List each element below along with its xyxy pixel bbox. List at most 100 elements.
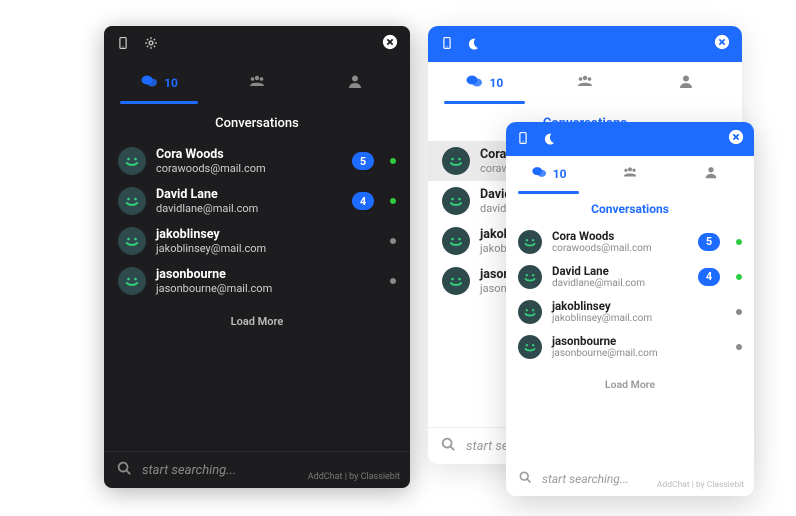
contact-email: davidlane@mail.com	[552, 278, 645, 289]
status-dot-online	[390, 158, 396, 164]
close-icon[interactable]	[382, 34, 398, 54]
moon-icon[interactable]	[542, 130, 556, 149]
unread-badge: 4	[352, 192, 374, 210]
tab-bar: 10	[104, 62, 410, 100]
window-toolbar	[506, 122, 754, 156]
gear-icon[interactable]	[144, 35, 158, 54]
user-icon	[677, 72, 695, 94]
list-item[interactable]: jasonbourne jasonbourne@mail.com	[104, 261, 410, 301]
search-bar[interactable]: start searching...	[104, 451, 410, 488]
list-item[interactable]: Cora Woods corawoods@mail.com 5	[506, 224, 754, 259]
avatar	[518, 230, 542, 254]
status-dot-online	[736, 274, 742, 280]
avatar	[518, 300, 542, 324]
tab-bar: 10	[506, 156, 754, 190]
search-icon	[440, 436, 456, 456]
tab-bar: 10	[428, 62, 742, 100]
status-dot-idle	[390, 278, 396, 284]
contact-name: jasonbourne	[552, 334, 658, 348]
status-dot-idle	[390, 238, 396, 244]
avatar	[118, 187, 146, 215]
group-icon	[622, 164, 638, 184]
contact-email: jakoblinsey@mail.com	[552, 313, 652, 324]
search-input[interactable]: start searching...	[542, 472, 629, 486]
list-item[interactable]: Cora Woods corawoods@mail.com 5	[104, 141, 410, 181]
chat-panel-dark: 10 Conversations Cora Woods corawoods@ma…	[104, 26, 410, 488]
list-item[interactable]: jakoblinsey jakoblinsey@mail.com	[506, 294, 754, 329]
window-toolbar	[428, 26, 742, 62]
chats-icon	[140, 72, 158, 94]
avatar	[118, 227, 146, 255]
chats-icon	[531, 164, 547, 184]
avatar	[442, 187, 470, 215]
conversation-list: Cora Woods corawoods@mail.com 5 David La…	[104, 141, 410, 451]
list-item[interactable]: jasonbourne jasonbourne@mail.com	[506, 329, 754, 364]
window-toolbar	[104, 26, 410, 62]
status-dot-idle	[736, 309, 742, 315]
contact-email: jasonbourne@mail.com	[156, 282, 272, 295]
tab-conversations[interactable]: 10	[508, 158, 589, 190]
unread-badge: 5	[352, 152, 374, 170]
search-bar[interactable]: start searching...	[506, 460, 754, 496]
tab-groups[interactable]	[208, 66, 306, 100]
contact-name: David Lane	[552, 264, 645, 278]
contact-name: jakoblinsey	[552, 299, 652, 313]
chats-icon	[465, 72, 483, 94]
contact-name: jasonbourne	[156, 267, 272, 282]
contact-email: corawoods@mail.com	[552, 243, 652, 254]
active-tab-underline	[518, 191, 579, 194]
unread-total-badge: 10	[489, 76, 503, 90]
tab-account[interactable]	[306, 66, 404, 100]
unread-total-badge: 10	[164, 76, 178, 90]
close-icon[interactable]	[714, 34, 730, 54]
status-dot-online	[736, 239, 742, 245]
contact-name: Cora Woods	[156, 147, 266, 162]
avatar	[518, 265, 542, 289]
list-item[interactable]: David Lane davidlane@mail.com 4	[506, 259, 754, 294]
status-dot-online	[390, 198, 396, 204]
avatar	[442, 267, 470, 295]
footer-credit: AddChat | by Classiebit	[308, 472, 400, 482]
list-item[interactable]: jakoblinsey jakoblinsey@mail.com	[104, 221, 410, 261]
contact-email: jasonbourne@mail.com	[552, 348, 658, 359]
phone-icon[interactable]	[440, 35, 454, 54]
tab-conversations[interactable]: 10	[110, 66, 208, 100]
group-icon	[576, 72, 594, 94]
phone-icon[interactable]	[516, 130, 530, 149]
section-title: Conversations	[506, 202, 754, 216]
avatar	[118, 147, 146, 175]
contact-name: Cora Woods	[552, 229, 652, 243]
tab-account[interactable]	[671, 158, 752, 190]
tab-groups[interactable]	[535, 66, 636, 100]
footer-credit: AddChat | by Classiebit	[657, 480, 744, 490]
phone-icon[interactable]	[116, 35, 130, 54]
load-more-button[interactable]: Load More	[104, 301, 410, 342]
moon-icon[interactable]	[466, 35, 480, 54]
contact-name: jakoblinsey	[156, 227, 266, 242]
tab-account[interactable]	[635, 66, 736, 100]
chat-panel-mini: 10 Conversations Cora Woods corawoods@ma…	[506, 122, 754, 496]
load-more-button[interactable]: Load More	[506, 364, 754, 405]
user-icon	[703, 164, 719, 184]
avatar	[118, 267, 146, 295]
list-item[interactable]: David Lane davidlane@mail.com 4	[104, 181, 410, 221]
contact-email: corawoods@mail.com	[156, 162, 266, 175]
search-input[interactable]: start searching...	[142, 463, 236, 478]
conversation-list: Cora Woods corawoods@mail.com 5 David La…	[506, 224, 754, 460]
close-icon[interactable]	[728, 129, 744, 149]
contact-email: davidlane@mail.com	[156, 202, 258, 215]
user-icon	[346, 72, 364, 94]
search-icon	[518, 469, 532, 488]
section-title: Conversations	[104, 116, 410, 131]
avatar	[442, 147, 470, 175]
contact-email: jakoblinsey@mail.com	[156, 242, 266, 255]
active-tab-underline	[120, 101, 198, 104]
tab-conversations[interactable]: 10	[434, 66, 535, 100]
tab-groups[interactable]	[589, 158, 670, 190]
unread-badge: 5	[698, 233, 720, 251]
avatar	[442, 227, 470, 255]
avatar	[518, 335, 542, 359]
group-icon	[248, 72, 266, 94]
contact-name: David Lane	[156, 187, 258, 202]
search-icon	[116, 460, 132, 480]
